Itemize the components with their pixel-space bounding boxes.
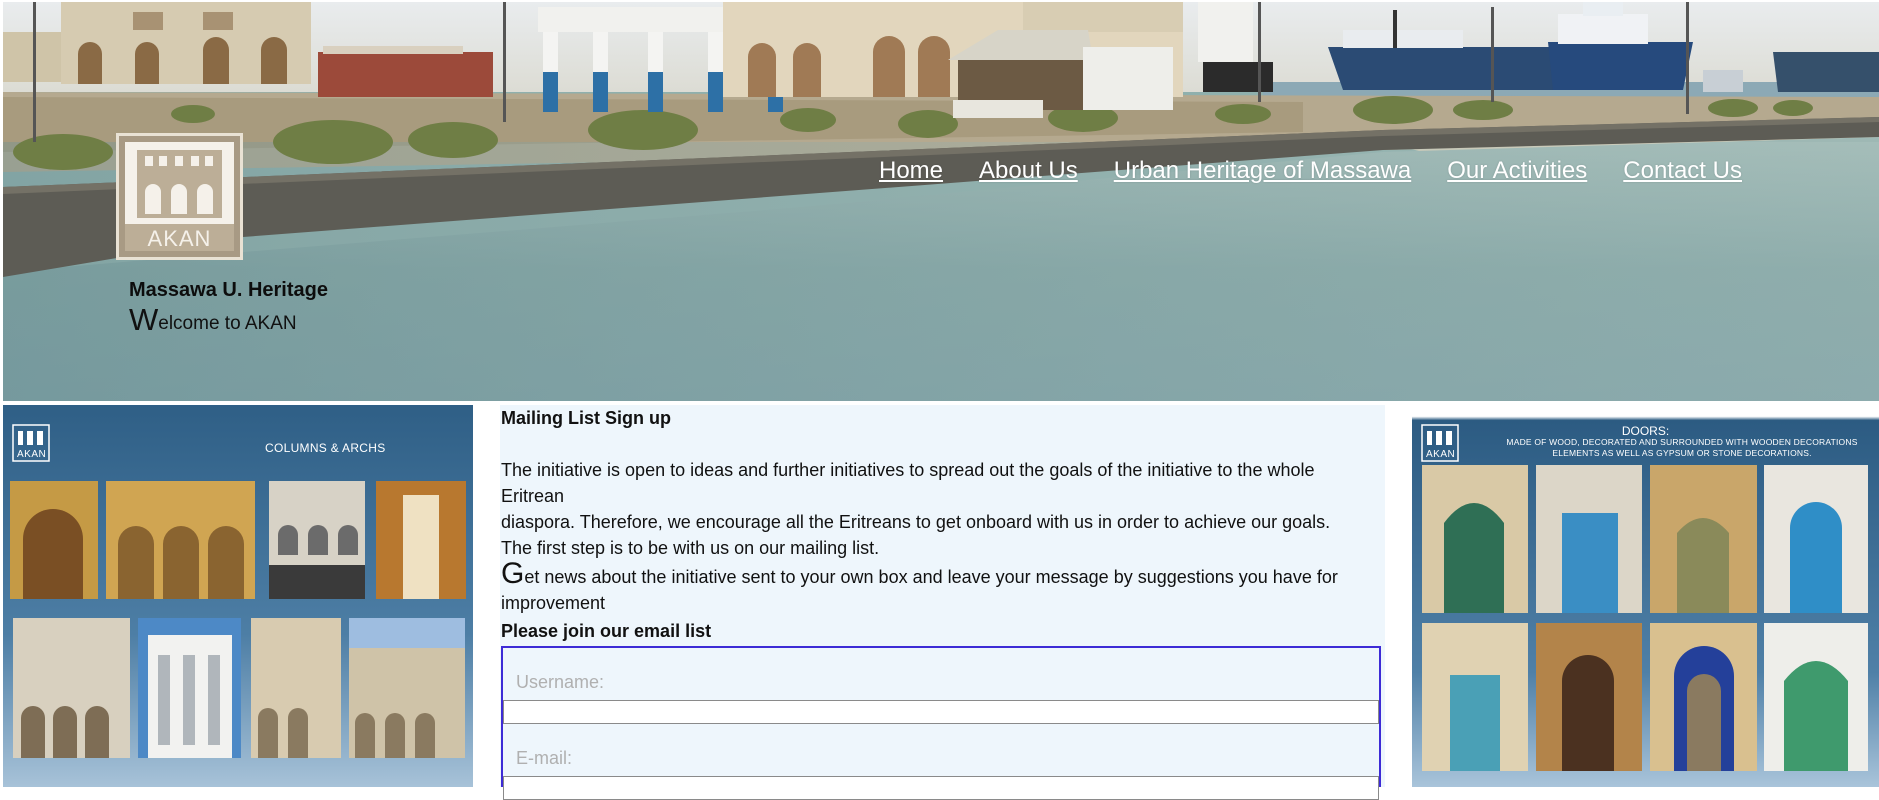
nav-link-contact-us[interactable]: Contact Us [1623, 157, 1742, 185]
intro-line-2: diaspora. Therefore, we encourage all th… [501, 512, 1331, 532]
doors-caption-description: MADE OF WOOD, DECORATED AND SURROUNDED W… [1506, 437, 1858, 458]
email-label: E-mail: [516, 748, 573, 768]
left-panel-logo-text: AKAN [17, 449, 47, 460]
intro-line-3: The first step is to be with us on our m… [501, 538, 880, 558]
username-label: Username: [516, 672, 605, 692]
columns-archs-caption: COLUMNS & ARCHS [265, 441, 386, 455]
nav-link-our-activities[interactable]: Our Activities [1447, 157, 1587, 185]
mailing-list-section: Mailing List Sign up The initiative is o… [500, 405, 1385, 800]
nav-link-urban-heritage[interactable]: Urban Heritage of Massawa [1114, 157, 1411, 185]
columns-archs-image [3, 405, 473, 787]
nav-link-home[interactable]: Home [879, 157, 943, 185]
news-initial: G [501, 557, 525, 590]
intro-line-1: The initiative is open to ideas and furt… [501, 460, 1315, 506]
welcome-text: Welcome to AKAN [129, 302, 297, 338]
news-rest: et news about the initiative sent to you… [501, 567, 1338, 613]
welcome-rest: elcome to AKAN [158, 313, 297, 334]
right-panel-logo-text: AKAN [1426, 449, 1456, 460]
main-nav: Home About Us Urban Heritage of Massawa … [879, 157, 1778, 185]
akan-logo[interactable]: AKAN [116, 133, 243, 260]
signup-intro-paragraph: The initiative is open to ideas and furt… [501, 457, 1371, 561]
harbor-photo [3, 2, 1879, 401]
email-input[interactable] [503, 776, 1379, 800]
brand-title: Massawa U. Heritage [129, 279, 328, 301]
doors-poster: AKAN DOORS: MADE OF WOOD, DECORATED AND … [1412, 405, 1879, 787]
join-email-label: Please join our email list [501, 621, 712, 641]
nav-link-about-us[interactable]: About Us [979, 157, 1078, 185]
signup-news-paragraph: Get news about the initiative sent to yo… [501, 559, 1371, 616]
hero-banner: AKAN Massawa U. Heritage Welcome to AKAN… [3, 2, 1879, 401]
columns-archs-poster: AKAN COLUMNS & ARCHS [3, 405, 473, 787]
doors-caption-title: DOORS: [1621, 424, 1670, 438]
doors-image [1412, 405, 1879, 787]
welcome-initial: W [129, 302, 159, 337]
akan-logo-icon: AKAN [119, 136, 240, 257]
svg-text:AKAN: AKAN [148, 226, 212, 251]
username-input[interactable] [503, 700, 1379, 724]
mailing-list-title: Mailing List Sign up [501, 408, 671, 428]
signup-form: Username: E-mail: [501, 646, 1381, 800]
